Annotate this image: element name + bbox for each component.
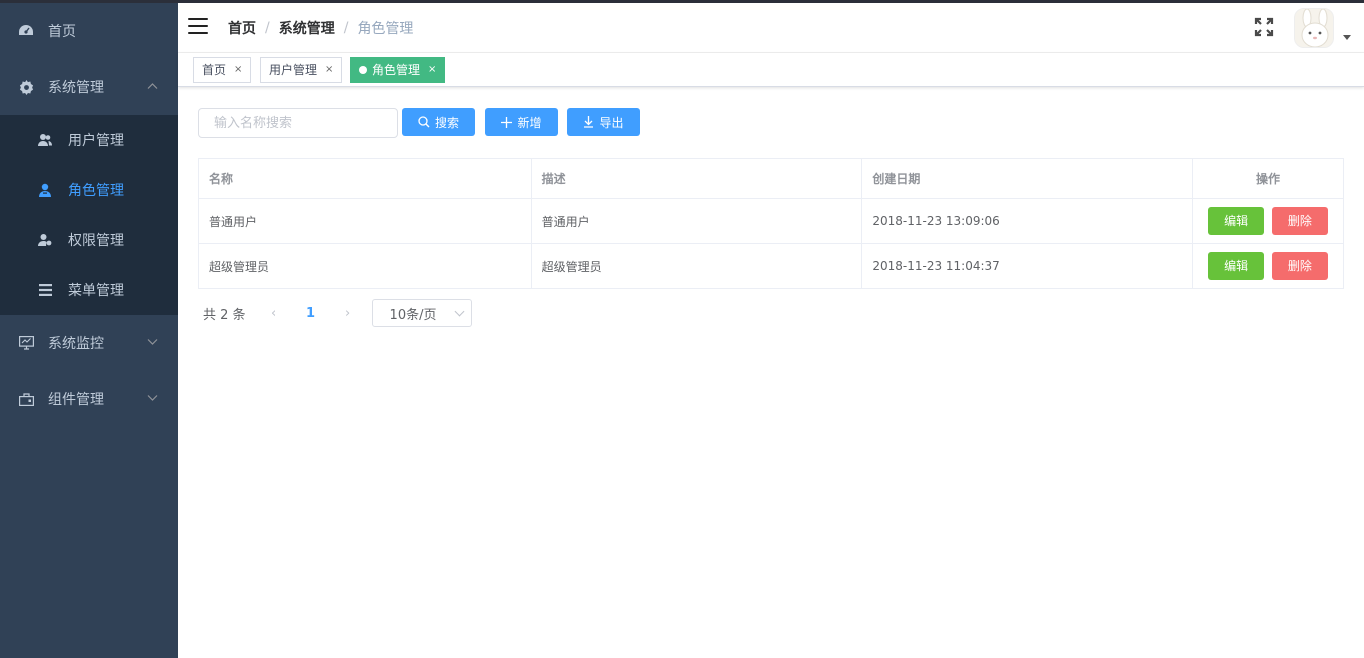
tag-label: 用户管理 xyxy=(269,63,318,77)
breadcrumb-current: 角色管理 xyxy=(357,21,414,37)
column-header-actions: 操作 xyxy=(1192,158,1344,199)
close-icon[interactable]: × xyxy=(325,58,333,82)
breadcrumb: 首页 / 系统管理 / 角色管理 xyxy=(228,18,413,38)
breadcrumb-separator: / xyxy=(265,20,270,36)
export-button-label: 导出 xyxy=(599,115,624,130)
add-button-label: 新增 xyxy=(517,115,542,130)
cell-actions: 编辑 删除 xyxy=(1192,198,1344,244)
sidebar-item-home[interactable]: 首页 xyxy=(0,3,178,59)
breadcrumb-system[interactable]: 系统管理 xyxy=(279,18,335,38)
monitor-icon xyxy=(18,335,34,351)
cell-desc: 普通用户 xyxy=(531,198,863,244)
sidebar-item-monitor[interactable]: 系统监控 xyxy=(0,315,178,371)
breadcrumb-home[interactable]: 首页 xyxy=(228,18,256,38)
sidebar-item-label: 权限管理 xyxy=(68,233,124,249)
sidebar-item-label: 角色管理 xyxy=(68,183,124,199)
cell-actions: 编辑 删除 xyxy=(1192,243,1344,289)
tag-label: 首页 xyxy=(202,63,227,77)
sidebar-item-roles[interactable]: 角色管理 xyxy=(0,165,178,215)
chevron-up-icon xyxy=(147,82,158,93)
component-icon xyxy=(18,391,34,407)
page-size-value: 10条/页 xyxy=(389,307,437,323)
menu-list-icon xyxy=(38,283,52,297)
cell-date: 2018-11-23 13:09:06 xyxy=(861,198,1194,244)
next-page-icon[interactable]: › xyxy=(334,306,362,321)
search-input[interactable] xyxy=(198,108,398,138)
close-icon[interactable]: × xyxy=(234,58,242,82)
search-button[interactable]: 搜索 xyxy=(402,108,475,136)
active-dot-icon xyxy=(359,66,367,74)
search-icon xyxy=(418,116,430,128)
chevron-down-icon xyxy=(147,394,158,405)
sidebar-item-system[interactable]: 系统管理 xyxy=(0,59,178,115)
hamburger-icon[interactable] xyxy=(188,18,208,36)
edit-button[interactable]: 编辑 xyxy=(1208,252,1265,280)
submenu-system: 用户管理 角色管理 权限管理 菜单管理 xyxy=(0,115,178,315)
navbar: 首页 / 系统管理 / 角色管理 xyxy=(178,3,1364,53)
avatar[interactable] xyxy=(1294,8,1334,48)
column-header-date: 创建日期 xyxy=(861,158,1194,199)
sidebar: 首页 系统管理 用户管理 角色管理 权限管理 菜单管理 系统监控 组件管理 xyxy=(0,3,178,658)
column-header-desc: 描述 xyxy=(531,158,863,199)
chevron-down-icon xyxy=(454,306,464,317)
sidebar-item-label: 菜单管理 xyxy=(68,283,124,299)
users-icon xyxy=(38,133,52,147)
edit-button[interactable]: 编辑 xyxy=(1208,207,1265,235)
tag-roles[interactable]: 角色管理 × xyxy=(350,57,446,83)
tag-label: 角色管理 xyxy=(372,63,421,77)
sidebar-item-menus[interactable]: 菜单管理 xyxy=(0,265,178,315)
pagination: 共 2 条 ‹ 1 › 10条/页 xyxy=(203,299,472,327)
cell-name: 超级管理员 xyxy=(198,243,532,289)
sidebar-item-components[interactable]: 组件管理 xyxy=(0,371,178,427)
tag-home[interactable]: 首页 × xyxy=(193,57,252,83)
page-size-select[interactable]: 10条/页 xyxy=(371,299,472,327)
table-row: 普通用户 普通用户 2018-11-23 13:09:06 编辑 删除 xyxy=(198,198,1344,244)
sidebar-item-label: 组件管理 xyxy=(48,392,104,408)
sidebar-item-label: 用户管理 xyxy=(68,133,124,149)
breadcrumb-separator: / xyxy=(343,20,349,36)
cell-date: 2018-11-23 11:04:37 xyxy=(861,243,1194,289)
sidebar-item-label: 系统监控 xyxy=(48,336,104,352)
role-icon xyxy=(38,183,52,197)
sidebar-item-label: 系统管理 xyxy=(48,80,104,96)
column-header-name: 名称 xyxy=(198,158,532,199)
add-button[interactable]: 新增 xyxy=(485,108,558,136)
prev-page-icon[interactable]: ‹ xyxy=(260,306,288,321)
sidebar-item-label: 首页 xyxy=(48,24,76,40)
cell-desc: 超级管理员 xyxy=(531,243,863,289)
table-row: 超级管理员 超级管理员 2018-11-23 11:04:37 编辑 删除 xyxy=(198,243,1344,289)
caret-down-icon[interactable] xyxy=(1343,35,1351,40)
page-number[interactable]: 1 xyxy=(296,306,326,321)
roles-table: 名称 描述 创建日期 操作 普通用户 普通用户 2018-11-23 13:09… xyxy=(198,158,1344,289)
delete-button[interactable]: 删除 xyxy=(1271,207,1328,235)
close-icon[interactable]: × xyxy=(428,58,436,82)
pagination-total: 共 2 条 xyxy=(203,307,246,323)
table-header-row: 名称 描述 创建日期 操作 xyxy=(198,158,1344,199)
sidebar-item-users[interactable]: 用户管理 xyxy=(0,115,178,165)
permission-icon xyxy=(38,233,52,247)
delete-button[interactable]: 删除 xyxy=(1271,252,1328,280)
tags-view: 首页 × 用户管理 × 角色管理 × xyxy=(178,53,1364,87)
dashboard-icon xyxy=(18,23,34,39)
search-button-label: 搜索 xyxy=(434,115,459,130)
export-button[interactable]: 导出 xyxy=(567,108,640,136)
download-icon xyxy=(583,116,594,128)
chevron-down-icon xyxy=(147,338,158,349)
gear-icon xyxy=(18,79,34,95)
plus-icon xyxy=(501,116,513,128)
tag-users[interactable]: 用户管理 × xyxy=(260,57,343,83)
cell-name: 普通用户 xyxy=(198,198,532,244)
sidebar-item-permissions[interactable]: 权限管理 xyxy=(0,215,178,265)
fullscreen-icon[interactable] xyxy=(1254,17,1274,37)
